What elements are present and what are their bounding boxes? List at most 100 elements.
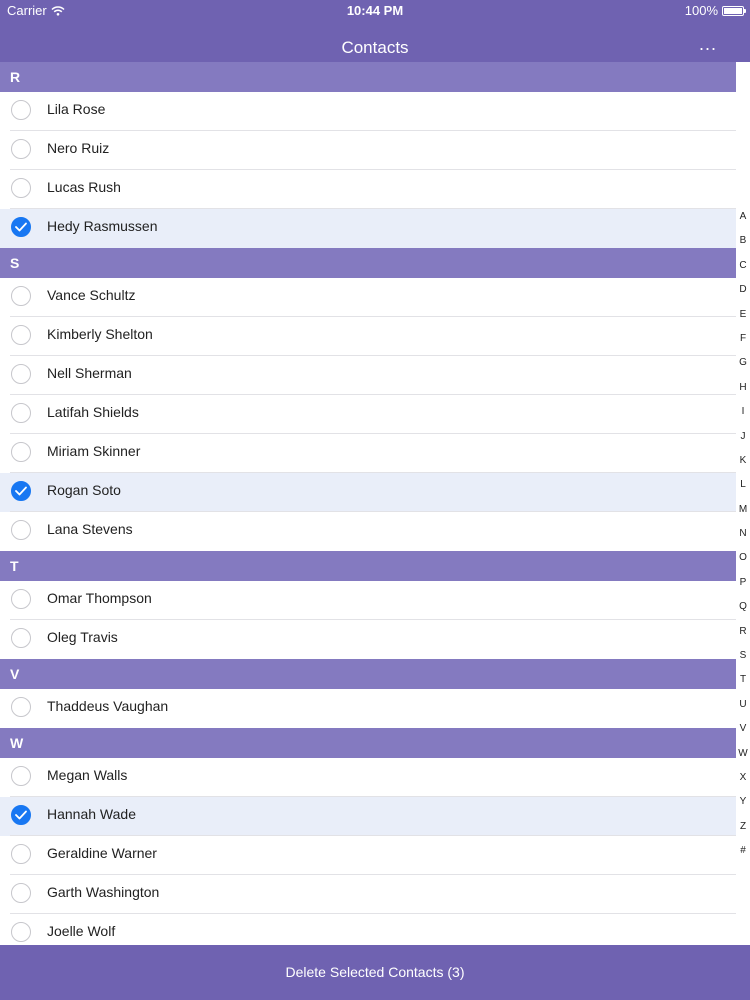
index-letter[interactable]: B	[736, 229, 750, 253]
contact-list[interactable]: R Lila Rose Nero Ruiz Lucas Rush Hedy Rasmus…	[0, 62, 736, 953]
empty-circle-icon[interactable]	[11, 442, 31, 462]
index-letter[interactable]: C	[736, 254, 750, 278]
contact-row[interactable]: Nero Ruiz	[0, 131, 736, 170]
checkmark-circle-icon[interactable]	[11, 217, 31, 237]
index-letter[interactable]: #	[736, 839, 750, 863]
index-letter[interactable]: L	[736, 473, 750, 497]
contact-name: Hedy Rasmussen	[47, 218, 158, 234]
contact-row[interactable]: Megan Walls	[0, 758, 736, 797]
empty-circle-icon[interactable]	[11, 922, 31, 942]
contact-row[interactable]: Thaddeus Vaughan	[0, 689, 736, 728]
contact-name: Nero Ruiz	[47, 140, 110, 156]
index-letter[interactable]: Y	[736, 790, 750, 814]
section-header-w: W	[0, 728, 736, 758]
contact-name: Lucas Rush	[47, 179, 121, 195]
index-letter[interactable]: X	[736, 766, 750, 790]
index-letter[interactable]: D	[736, 278, 750, 302]
index-letter[interactable]: U	[736, 693, 750, 717]
empty-circle-icon[interactable]	[11, 100, 31, 120]
empty-circle-icon[interactable]	[11, 628, 31, 648]
contact-row[interactable]: Kimberly Shelton	[0, 317, 736, 356]
index-letter[interactable]: O	[736, 546, 750, 570]
contact-name: Megan Walls	[47, 767, 128, 783]
contact-row[interactable]: Rogan Soto	[0, 473, 736, 512]
index-letter[interactable]: G	[736, 351, 750, 375]
contact-row[interactable]: Lila Rose	[0, 92, 736, 131]
contact-row[interactable]: Vance Schultz	[0, 278, 736, 317]
empty-circle-icon[interactable]	[11, 883, 31, 903]
section-header-s: S	[0, 248, 736, 278]
empty-circle-icon[interactable]	[11, 325, 31, 345]
checkmark-circle-icon[interactable]	[11, 481, 31, 501]
index-letter[interactable]: S	[736, 644, 750, 668]
empty-circle-icon[interactable]	[11, 589, 31, 609]
contact-row[interactable]: Latifah Shields	[0, 395, 736, 434]
contact-name: Kimberly Shelton	[47, 326, 153, 342]
index-letter[interactable]: Q	[736, 595, 750, 619]
battery-percent: 100%	[684, 3, 718, 18]
index-letter[interactable]: Z	[736, 815, 750, 839]
contact-name: Hannah Wade	[47, 806, 136, 822]
contact-row[interactable]: Geraldine Warner	[0, 836, 736, 875]
contact-name: Vance Schultz	[47, 287, 136, 303]
index-letter[interactable]: T	[736, 668, 750, 692]
index-letter[interactable]: N	[736, 522, 750, 546]
empty-circle-icon[interactable]	[11, 178, 31, 198]
status-bar: Carrier 10:44 PM 100%	[0, 0, 750, 24]
index-letter[interactable]: R	[736, 620, 750, 644]
index-letter[interactable]: I	[736, 400, 750, 424]
empty-circle-icon[interactable]	[11, 364, 31, 384]
index-letter[interactable]: H	[736, 376, 750, 400]
checkmark-circle-icon[interactable]	[11, 805, 31, 825]
section-group: Megan Walls Hannah Wade Geraldine Warner Ga…	[0, 758, 736, 953]
index-letter[interactable]: W	[736, 742, 750, 766]
empty-circle-icon[interactable]	[11, 520, 31, 540]
contact-name: Latifah Shields	[47, 404, 139, 420]
empty-circle-icon[interactable]	[11, 697, 31, 717]
section-group: Vance Schultz Kimberly Shelton Nell Sherma…	[0, 278, 736, 551]
index-letter[interactable]: V	[736, 717, 750, 741]
section-header-t: T	[0, 551, 736, 581]
contact-row[interactable]: Hedy Rasmussen	[0, 209, 736, 248]
contact-name: Joelle Wolf	[47, 923, 116, 939]
contact-name: Oleg Travis	[47, 629, 118, 645]
contact-row[interactable]: Lana Stevens	[0, 512, 736, 551]
contact-row[interactable]: Nell Sherman	[0, 356, 736, 395]
contact-row[interactable]: Miriam Skinner	[0, 434, 736, 473]
contact-row[interactable]: Oleg Travis	[0, 620, 736, 659]
index-letter[interactable]: A	[736, 205, 750, 229]
empty-circle-icon[interactable]	[11, 139, 31, 159]
battery-icon	[722, 5, 746, 16]
section-group: Thaddeus Vaughan	[0, 689, 736, 728]
contact-row[interactable]: Hannah Wade	[0, 797, 736, 836]
empty-circle-icon[interactable]	[11, 286, 31, 306]
contact-name: Rogan Soto	[47, 482, 121, 498]
more-options-button[interactable]: ...	[699, 34, 717, 55]
index-letter[interactable]: J	[736, 425, 750, 449]
status-time: 10:44 PM	[346, 3, 404, 18]
page-title: Contacts	[341, 38, 409, 57]
index-letter[interactable]: F	[736, 327, 750, 351]
index-letter[interactable]: E	[736, 303, 750, 327]
contact-name: Lila Rose	[47, 101, 106, 117]
contact-name: Lana Stevens	[47, 521, 133, 537]
contact-name: Omar Thompson	[47, 590, 152, 606]
empty-circle-icon[interactable]	[11, 844, 31, 864]
alphabet-index[interactable]: A B C D E F G H I J K L M N O P Q R S T U V W X Y Z #	[736, 205, 750, 864]
empty-circle-icon[interactable]	[11, 403, 31, 423]
contact-row[interactable]: Garth Washington	[0, 875, 736, 914]
section-header-v: V	[0, 659, 736, 689]
section-group: Lila Rose Nero Ruiz Lucas Rush Hedy Rasmuss…	[0, 92, 736, 248]
contact-row[interactable]: Omar Thompson	[0, 581, 736, 620]
section-group: Omar Thompson Oleg Travis	[0, 581, 736, 659]
contact-name: Garth Washington	[47, 884, 160, 900]
index-letter[interactable]: M	[736, 498, 750, 522]
delete-selected-button[interactable]: Delete Selected Contacts (3)	[0, 945, 750, 1000]
contact-row[interactable]: Lucas Rush	[0, 170, 736, 209]
contact-name: Thaddeus Vaughan	[47, 698, 169, 714]
contact-name: Miriam Skinner	[47, 443, 141, 459]
contact-name: Geraldine Warner	[47, 845, 157, 861]
empty-circle-icon[interactable]	[11, 766, 31, 786]
index-letter[interactable]: K	[736, 449, 750, 473]
index-letter[interactable]: P	[736, 571, 750, 595]
